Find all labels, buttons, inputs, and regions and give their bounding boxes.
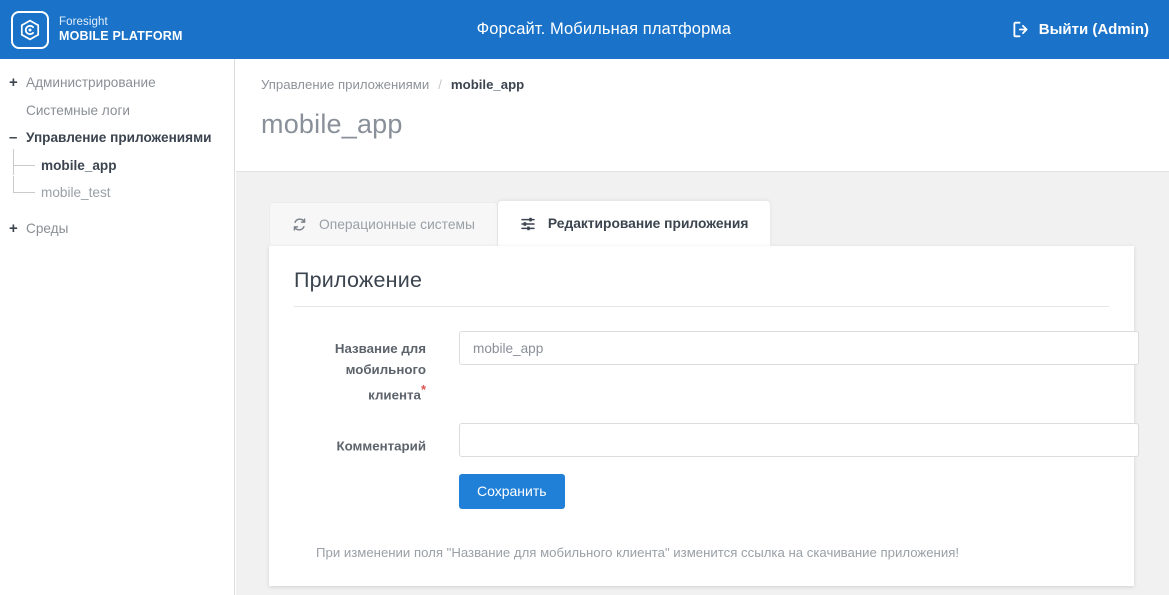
- plus-icon[interactable]: +: [9, 74, 26, 91]
- sidebar-item-mobile-test[interactable]: mobile_test: [0, 176, 234, 206]
- sidebar-item-mobile-app[interactable]: mobile_app: [0, 149, 234, 179]
- sign-out-icon: [1013, 21, 1030, 38]
- main-content: Управление приложениями / mobile_app mob…: [236, 59, 1169, 595]
- mobile-client-name-input[interactable]: [459, 331, 1139, 365]
- plus-icon[interactable]: +: [9, 220, 26, 237]
- tree-branch-icon: [13, 176, 41, 202]
- brand-text: Foresight MOBILE PLATFORM: [59, 16, 183, 43]
- label-text: Комментарий: [336, 438, 426, 454]
- application-card: Приложение Название для мобильного клиен…: [269, 246, 1139, 587]
- save-button-wrap: Сохранить: [426, 474, 565, 510]
- comment-input[interactable]: [459, 423, 1139, 458]
- mobile-client-name-control: [426, 331, 1139, 365]
- hexagon-c-logo-icon: [11, 10, 49, 49]
- top-bar: Foresight MOBILE PLATFORM Форсайт. Мобил…: [0, 0, 1169, 59]
- tab-label: Редактирование приложения: [547, 216, 749, 231]
- logout-label: Выйти (Admin): [1038, 21, 1149, 38]
- app-title: Форсайт. Мобильная платформа: [476, 20, 732, 38]
- brand-line-1: Foresight: [59, 16, 108, 29]
- sidebar-item-app-management[interactable]: – Управление приложениями: [0, 124, 234, 152]
- breadcrumb-separator: /: [438, 77, 442, 92]
- brand-line-2: MOBILE PLATFORM: [59, 28, 183, 43]
- minus-icon[interactable]: –: [9, 129, 26, 146]
- tree-branch-icon: [13, 149, 41, 176]
- page-title: mobile_app: [261, 109, 403, 139]
- form-hint: При изменении поля "Название для мобильн…: [316, 545, 960, 561]
- sidebar-item-environments[interactable]: + Среды: [0, 215, 234, 243]
- comment-label: Комментарий: [294, 423, 426, 457]
- actions-spacer: [294, 474, 426, 509]
- tab-edit-application[interactable]: Редактирование приложения: [497, 201, 771, 246]
- sidebar-child-label: mobile_app: [41, 157, 117, 173]
- sidebar-item-label: Среды: [26, 221, 69, 237]
- breadcrumb: Управление приложениями / mobile_app: [261, 77, 1169, 92]
- tab-operating-systems[interactable]: Операционные системы: [269, 202, 498, 246]
- label-text: Название для мобильного клиента: [334, 341, 426, 403]
- breadcrumb-current: mobile_app: [450, 77, 525, 92]
- logout-button[interactable]: Выйти (Admin): [1013, 21, 1149, 38]
- sidebar-item-label: Системные логи: [26, 102, 130, 118]
- sidebar-item-label: Администрирование: [26, 75, 156, 90]
- app-root: Foresight MOBILE PLATFORM Форсайт. Мобил…: [0, 0, 1169, 595]
- bottom-filler: [236, 586, 1169, 595]
- application-form: Название для мобильного клиента* Коммент…: [294, 307, 1139, 561]
- sidebar: + Администрирование Системные логи – Упр…: [0, 59, 235, 595]
- sidebar-item-administration[interactable]: + Администрирование: [0, 69, 234, 97]
- page-header: Управление приложениями / mobile_app mob…: [236, 59, 1169, 172]
- comment-control: [426, 423, 1139, 458]
- sliders-icon: [520, 216, 536, 232]
- tab-label: Операционные системы: [319, 217, 475, 232]
- breadcrumb-parent[interactable]: Управление приложениями: [261, 77, 429, 92]
- card-title: Приложение: [294, 268, 1109, 307]
- sidebar-child-label: mobile_test: [41, 184, 111, 200]
- sidebar-item-system-logs[interactable]: Системные логи: [0, 97, 234, 125]
- mobile-client-name-label: Название для мобильного клиента*: [294, 331, 426, 406]
- tab-list: Операционные системы Редактирование прил…: [269, 201, 1169, 246]
- form-row-comment: Комментарий: [294, 423, 1139, 458]
- tabs-area: Операционные системы Редактирование прил…: [236, 172, 1169, 246]
- form-row-mobile-client-name: Название для мобильного клиента*: [294, 331, 1139, 406]
- save-button[interactable]: Сохранить: [459, 474, 565, 510]
- sidebar-item-label: Управление приложениями: [26, 130, 212, 146]
- sync-refresh-icon: [292, 217, 307, 232]
- form-actions: Сохранить: [294, 474, 1109, 510]
- required-asterisk: *: [420, 382, 426, 398]
